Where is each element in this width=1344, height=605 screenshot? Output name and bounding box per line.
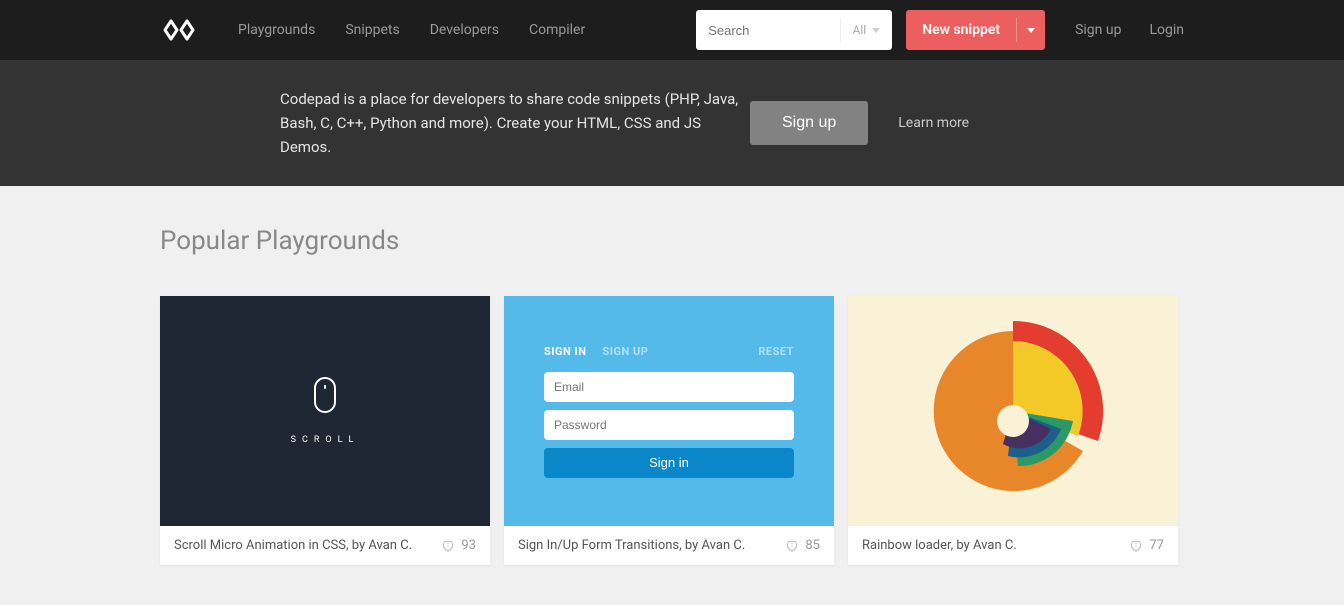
signup-link[interactable]: Sign up: [1075, 22, 1121, 38]
card-likes[interactable]: 77: [1129, 538, 1164, 553]
likes-count: 93: [461, 538, 476, 553]
form-tabs: SIGN IN SIGN UP RESET: [544, 345, 794, 358]
search-box: All: [696, 10, 892, 50]
likes-count: 85: [805, 538, 820, 553]
login-link[interactable]: Login: [1149, 22, 1184, 38]
heart-icon: [1129, 539, 1143, 553]
password-field: [544, 410, 794, 440]
new-snippet-label[interactable]: New snippet: [906, 22, 1016, 38]
mouse-icon: [314, 377, 336, 413]
nav: Playgrounds Snippets Developers Compiler: [238, 22, 696, 38]
section-title: Popular Playgrounds: [160, 226, 1184, 256]
new-snippet-dropdown[interactable]: [1016, 18, 1045, 42]
chevron-down-icon: [1027, 28, 1035, 33]
card-title: Sign In/Up Form Transitions, by Avan C.: [518, 538, 785, 553]
hero-description: Codepad is a place for developers to sha…: [280, 87, 750, 159]
search-input[interactable]: [696, 23, 839, 38]
card-footer: Sign In/Up Form Transitions, by Avan C. …: [504, 526, 834, 565]
hero: Codepad is a place for developers to sha…: [0, 60, 1344, 186]
card-grid: Scroll Scroll Micro Animation in CSS, by…: [160, 296, 1184, 565]
email-field: [544, 372, 794, 402]
nav-snippets[interactable]: Snippets: [345, 22, 399, 38]
signin-button: Sign in: [544, 448, 794, 478]
likes-count: 77: [1149, 538, 1164, 553]
card-preview: Scroll: [160, 296, 490, 526]
search-filter-label: All: [853, 23, 867, 37]
nav-developers[interactable]: Developers: [430, 22, 499, 38]
signup-tab: SIGN UP: [602, 345, 648, 358]
card-title: Rainbow loader, by Avan C.: [862, 538, 1129, 553]
scroll-label: Scroll: [291, 435, 360, 445]
new-snippet-button: New snippet: [906, 10, 1045, 50]
codepad-logo-icon: [160, 19, 198, 41]
nav-playgrounds[interactable]: Playgrounds: [238, 22, 315, 38]
card-footer: Rainbow loader, by Avan C. 77: [848, 526, 1178, 565]
playground-card[interactable]: Scroll Scroll Micro Animation in CSS, by…: [160, 296, 490, 565]
heart-icon: [785, 539, 799, 553]
auth-links: Sign up Login: [1075, 22, 1184, 38]
playground-card[interactable]: Rainbow loader, by Avan C. 77: [848, 296, 1178, 565]
card-likes[interactable]: 93: [441, 538, 476, 553]
hero-signup-button[interactable]: Sign up: [750, 101, 868, 145]
card-likes[interactable]: 85: [785, 538, 820, 553]
header: Playgrounds Snippets Developers Compiler…: [0, 0, 1344, 60]
rainbow-loader-icon: [913, 311, 1113, 511]
heart-icon: [441, 539, 455, 553]
learn-more-link[interactable]: Learn more: [898, 115, 969, 131]
card-title: Scroll Micro Animation in CSS, by Avan C…: [174, 538, 441, 553]
chevron-down-icon: [872, 28, 880, 33]
playground-card[interactable]: SIGN IN SIGN UP RESET Sign in Sign In/Up…: [504, 296, 834, 565]
card-footer: Scroll Micro Animation in CSS, by Avan C…: [160, 526, 490, 565]
card-preview: SIGN IN SIGN UP RESET Sign in: [504, 296, 834, 526]
card-preview: [848, 296, 1178, 526]
signin-tab: SIGN IN: [544, 345, 586, 358]
popular-section: Popular Playgrounds Scroll Scroll Micro …: [0, 186, 1344, 605]
nav-compiler[interactable]: Compiler: [529, 22, 585, 38]
search-filter-dropdown[interactable]: All: [840, 18, 893, 42]
reset-tab: RESET: [758, 345, 794, 358]
logo[interactable]: [160, 19, 198, 41]
